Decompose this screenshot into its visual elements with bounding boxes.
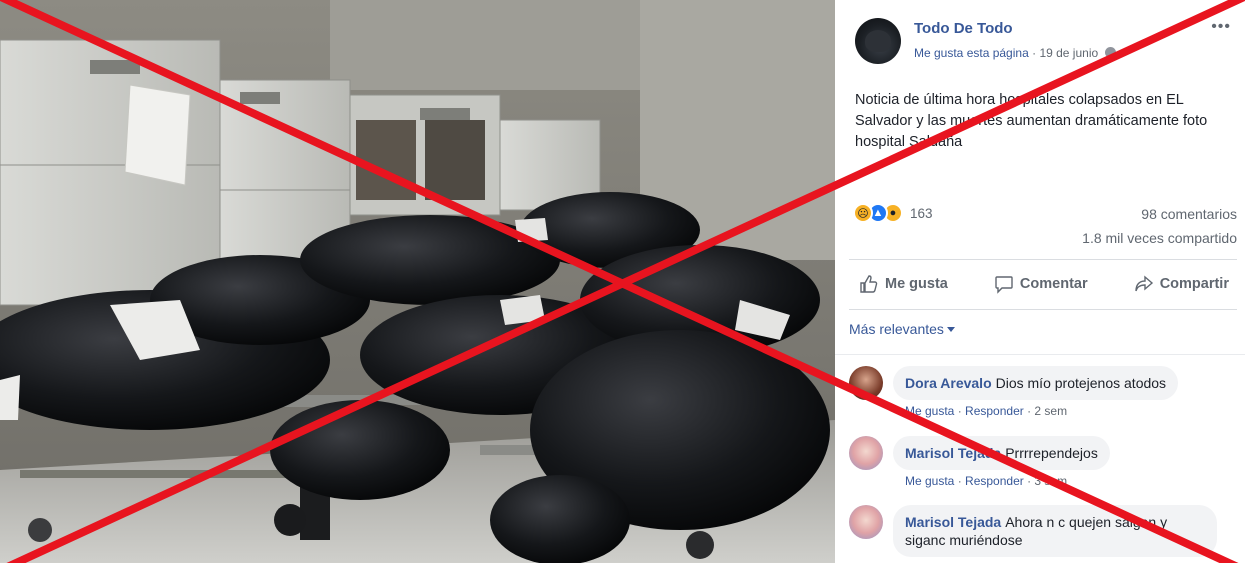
comment-button[interactable]: Comentar xyxy=(994,274,1088,294)
post-panel: Todo De Todo Me gusta esta página · 19 d… xyxy=(835,0,1245,563)
comment-sort-dropdown[interactable]: Más relevantes xyxy=(849,321,955,337)
comment-bubble: Marisol Tejada Ahora n c quejen salgan y … xyxy=(893,505,1217,557)
share-button-label: Compartir xyxy=(1159,276,1229,292)
divider xyxy=(849,309,1237,310)
like-button[interactable]: Me gusta xyxy=(859,274,948,294)
post-actions-bar: Me gusta Comentar Compartir xyxy=(849,262,1237,306)
comment-sort-label: Más relevantes xyxy=(849,321,944,337)
globe-icon xyxy=(1104,47,1116,58)
comment-like-link[interactable]: Me gusta xyxy=(905,404,954,418)
comment-meta: Me gusta · Responder · 2 sem xyxy=(905,404,1068,418)
commenter-avatar[interactable] xyxy=(849,366,883,400)
divider xyxy=(849,259,1237,260)
speech-bubble-icon xyxy=(995,276,1013,294)
comment-reply-link[interactable]: Responder xyxy=(965,474,1024,488)
comment-text: Dios mío protejenos atodos xyxy=(995,375,1167,391)
caret-down-icon xyxy=(946,327,955,332)
shares-count-link[interactable]: 1.8 mil veces compartido xyxy=(1082,230,1237,246)
comment-author-link[interactable]: Marisol Tejada xyxy=(905,514,1001,530)
comment-time[interactable]: 2 sem xyxy=(1034,404,1067,418)
divider xyxy=(835,354,1245,355)
comments-count-link[interactable]: 98 comentarios xyxy=(1141,206,1237,222)
commenter-avatar[interactable] xyxy=(849,505,883,539)
post-date[interactable]: 19 de junio xyxy=(1039,46,1098,60)
morgue-photo-illustration xyxy=(0,0,835,563)
comment-button-label: Comentar xyxy=(1019,276,1088,292)
share-button[interactable]: Compartir xyxy=(1134,274,1229,294)
commenter-avatar[interactable] xyxy=(849,436,883,470)
comment-author-link[interactable]: Marisol Tejada xyxy=(905,445,1001,461)
more-options-button[interactable]: ••• xyxy=(1211,18,1231,36)
meta-separator: · xyxy=(1032,46,1037,60)
comment-bubble: Dora Arevalo Dios mío protejenos atodos xyxy=(893,366,1179,400)
comment-meta: Me gusta · Responder · 3 sem xyxy=(905,474,1068,488)
comment-like-link[interactable]: Me gusta xyxy=(905,474,954,488)
comment-time[interactable]: 3 sem xyxy=(1034,474,1067,488)
comment-bubble: Marisol Tejada Prrrrependejos xyxy=(893,436,1110,470)
like-button-label: Me gusta xyxy=(885,276,948,292)
page-avatar[interactable] xyxy=(855,18,901,64)
reactions-count: 163 xyxy=(910,205,933,221)
thumbs-up-icon xyxy=(860,275,878,293)
post-text: Noticia de última hora hospitales colaps… xyxy=(855,92,1208,150)
share-arrow-icon xyxy=(1134,275,1153,292)
like-page-link[interactable]: Me gusta esta página xyxy=(914,46,1029,60)
comment-reply-link[interactable]: Responder xyxy=(965,404,1024,418)
post-meta: Me gusta esta página · 19 de junio xyxy=(914,46,1116,60)
comment-text: Prrrrependejos xyxy=(1005,445,1098,461)
post-photo[interactable] xyxy=(0,0,835,563)
sad-emoji-icon: ☹ xyxy=(853,203,873,223)
reactions-summary[interactable]: ☹ ▲ ● 163 xyxy=(853,202,933,224)
page-name-link[interactable]: Todo De Todo xyxy=(914,20,1013,37)
comment-author-link[interactable]: Dora Arevalo xyxy=(905,375,992,391)
